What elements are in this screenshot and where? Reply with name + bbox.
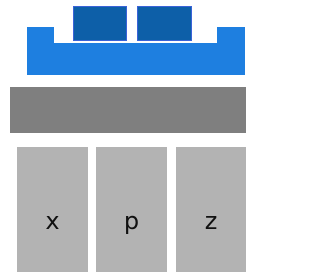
column-label: p: [123, 206, 140, 235]
column-p: p: [96, 147, 167, 272]
column-label: z: [204, 206, 218, 235]
column-label: x: [45, 206, 60, 235]
tray-block-right: [137, 6, 192, 41]
gray-bar: [10, 87, 246, 133]
tray-base: [27, 43, 245, 75]
column-z: z: [176, 147, 246, 272]
tray-block-left: [73, 6, 127, 41]
column-x: x: [17, 147, 88, 272]
tray-right-wall: [217, 27, 245, 75]
